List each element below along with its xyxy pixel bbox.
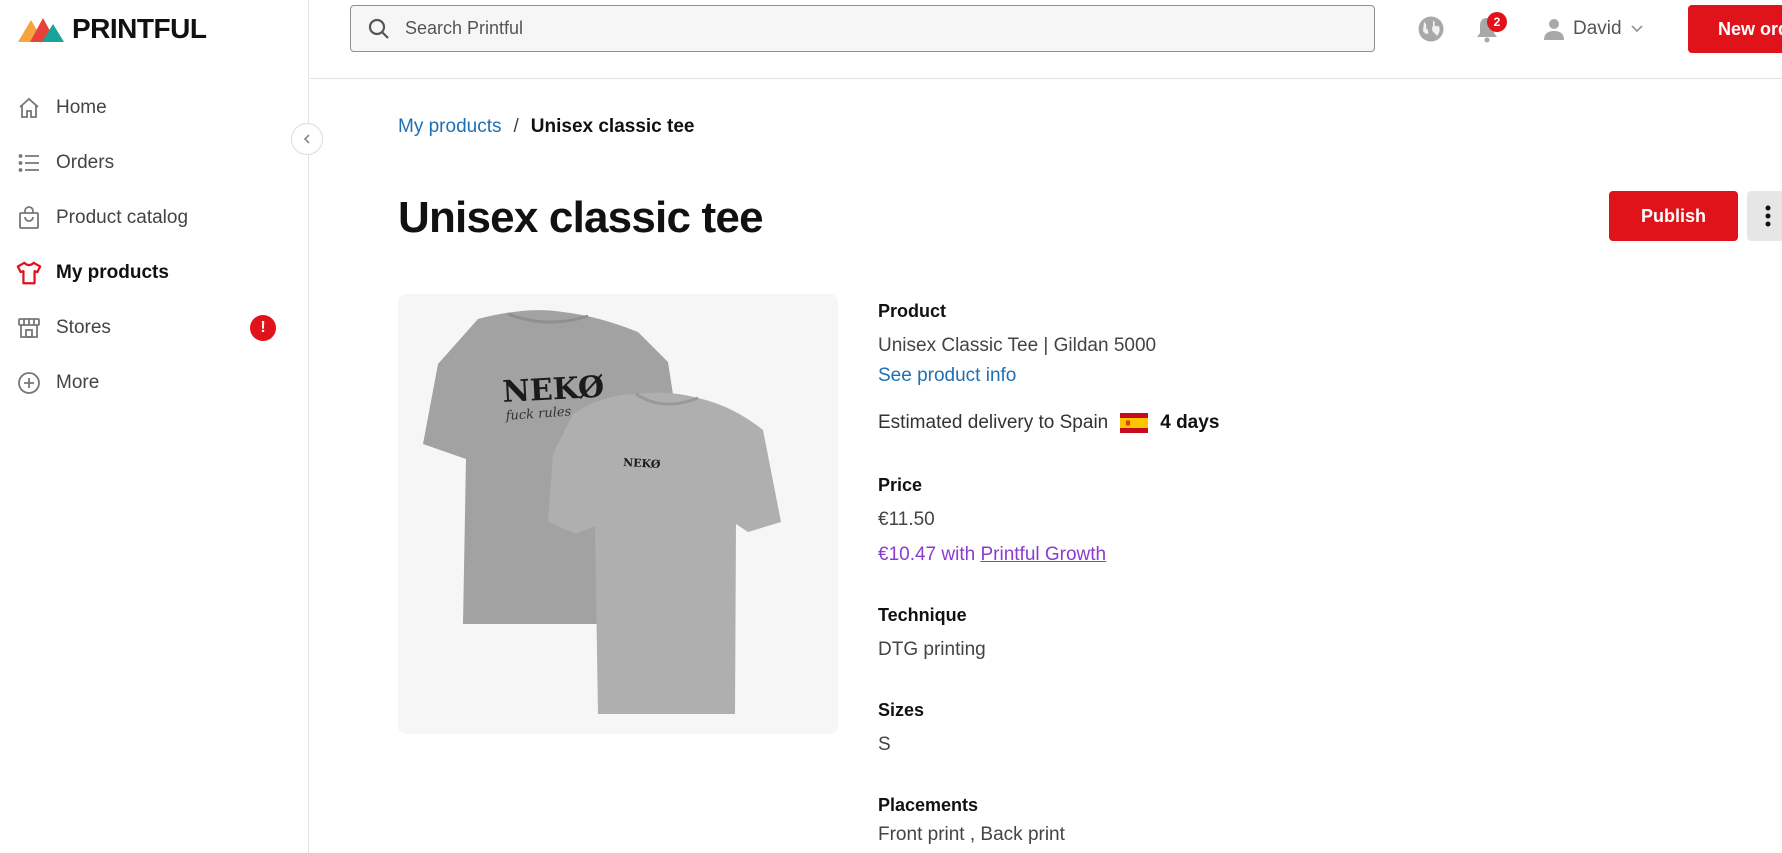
globe-icon — [1418, 16, 1444, 42]
sidebar-nav: Home Orders Product catalog My products … — [0, 80, 309, 410]
search-icon — [368, 18, 389, 39]
placements-label: Placements — [878, 795, 979, 815]
sidebar-item-stores[interactable]: Stores ! — [0, 300, 309, 355]
sidebar-item-label: My products — [56, 261, 169, 283]
see-product-info-link[interactable]: See product info — [878, 365, 1016, 387]
tshirt-mockup-image: NEKØ fuck rules NEKØ — [423, 310, 781, 714]
sidebar-item-label: Orders — [56, 151, 115, 173]
back-print-text: NEKØ — [502, 370, 605, 410]
tshirt-icon — [16, 260, 42, 286]
publish-button[interactable]: Publish — [1609, 191, 1738, 241]
chevron-left-icon — [303, 134, 310, 144]
more-actions-button[interactable] — [1747, 191, 1782, 241]
spain-flag-icon — [1120, 413, 1149, 433]
page-title: Unisex classic tee — [398, 193, 764, 242]
sidebar-item-label: More — [56, 371, 100, 393]
sidebar-item-label: Stores — [56, 316, 111, 338]
store-icon — [16, 315, 42, 341]
product-name: Unisex Classic Tee | Gildan 5000 — [878, 335, 1157, 356]
technique-label: Technique — [878, 605, 967, 625]
sidebar-item-label: Home — [56, 96, 107, 118]
price-value: €11.50 — [878, 509, 935, 530]
list-icon — [16, 150, 42, 176]
user-icon — [1544, 19, 1564, 40]
breadcrumb-separator: / — [513, 116, 519, 137]
new-order-button[interactable]: New order — [1688, 5, 1782, 53]
estimated-delivery: Estimated delivery to Spain 4 days — [878, 412, 1219, 434]
product-label: Product — [878, 301, 947, 321]
sidebar-item-orders[interactable]: Orders — [0, 135, 309, 190]
search-input[interactable] — [405, 18, 1305, 39]
breadcrumb: My products / Unisex classic tee — [398, 116, 694, 138]
home-icon — [16, 95, 42, 121]
chevron-down-icon — [1630, 25, 1643, 33]
more-vertical-icon — [1765, 205, 1771, 227]
printful-logo[interactable]: PRINTFUL — [18, 13, 207, 44]
sidebar: PRINTFUL Home Orders Product catalog My … — [0, 0, 309, 853]
price-label: Price — [878, 475, 923, 495]
sidebar-item-product-catalog[interactable]: Product catalog — [0, 190, 309, 245]
sizes-label: Sizes — [878, 700, 925, 720]
user-name: David — [1573, 18, 1622, 39]
delivery-text: Estimated delivery to Spain — [878, 412, 1109, 433]
technique-value: DTG printing — [878, 639, 986, 660]
shopping-bag-icon — [16, 205, 42, 231]
sidebar-item-more[interactable]: More — [0, 355, 309, 410]
sizes-value: S — [878, 734, 891, 755]
growth-price: €10.47 with Printful Growth — [878, 544, 1106, 566]
brand-name: PRINTFUL — [72, 13, 207, 44]
sidebar-item-label: Product catalog — [56, 206, 189, 228]
collapse-sidebar-button[interactable] — [291, 123, 323, 155]
sidebar-item-my-products[interactable]: My products — [0, 245, 309, 300]
breadcrumb-current: Unisex classic tee — [530, 116, 695, 137]
product-image: NEKØ fuck rules NEKØ — [398, 294, 838, 734]
placements-value: Front print , Back print — [878, 824, 1065, 845]
user-menu[interactable]: David — [1543, 14, 1644, 44]
growth-price-prefix: €10.47 with — [878, 544, 976, 565]
breadcrumb-my-products-link[interactable]: My products — [398, 116, 501, 138]
printful-growth-link[interactable]: Printful Growth — [980, 544, 1106, 565]
language-button[interactable] — [1417, 15, 1445, 43]
plus-circle-icon — [16, 370, 42, 396]
printful-logo-icon — [18, 18, 64, 42]
front-print-text: NEKØ — [623, 456, 661, 471]
stores-alert-badge: ! — [250, 314, 276, 341]
delivery-days: 4 days — [1160, 412, 1220, 433]
notification-count-badge: 2 — [1487, 12, 1507, 32]
sidebar-item-home[interactable]: Home — [0, 80, 309, 135]
search-box[interactable] — [350, 5, 1375, 52]
top-bar: 2 David New order — [310, 0, 1782, 79]
